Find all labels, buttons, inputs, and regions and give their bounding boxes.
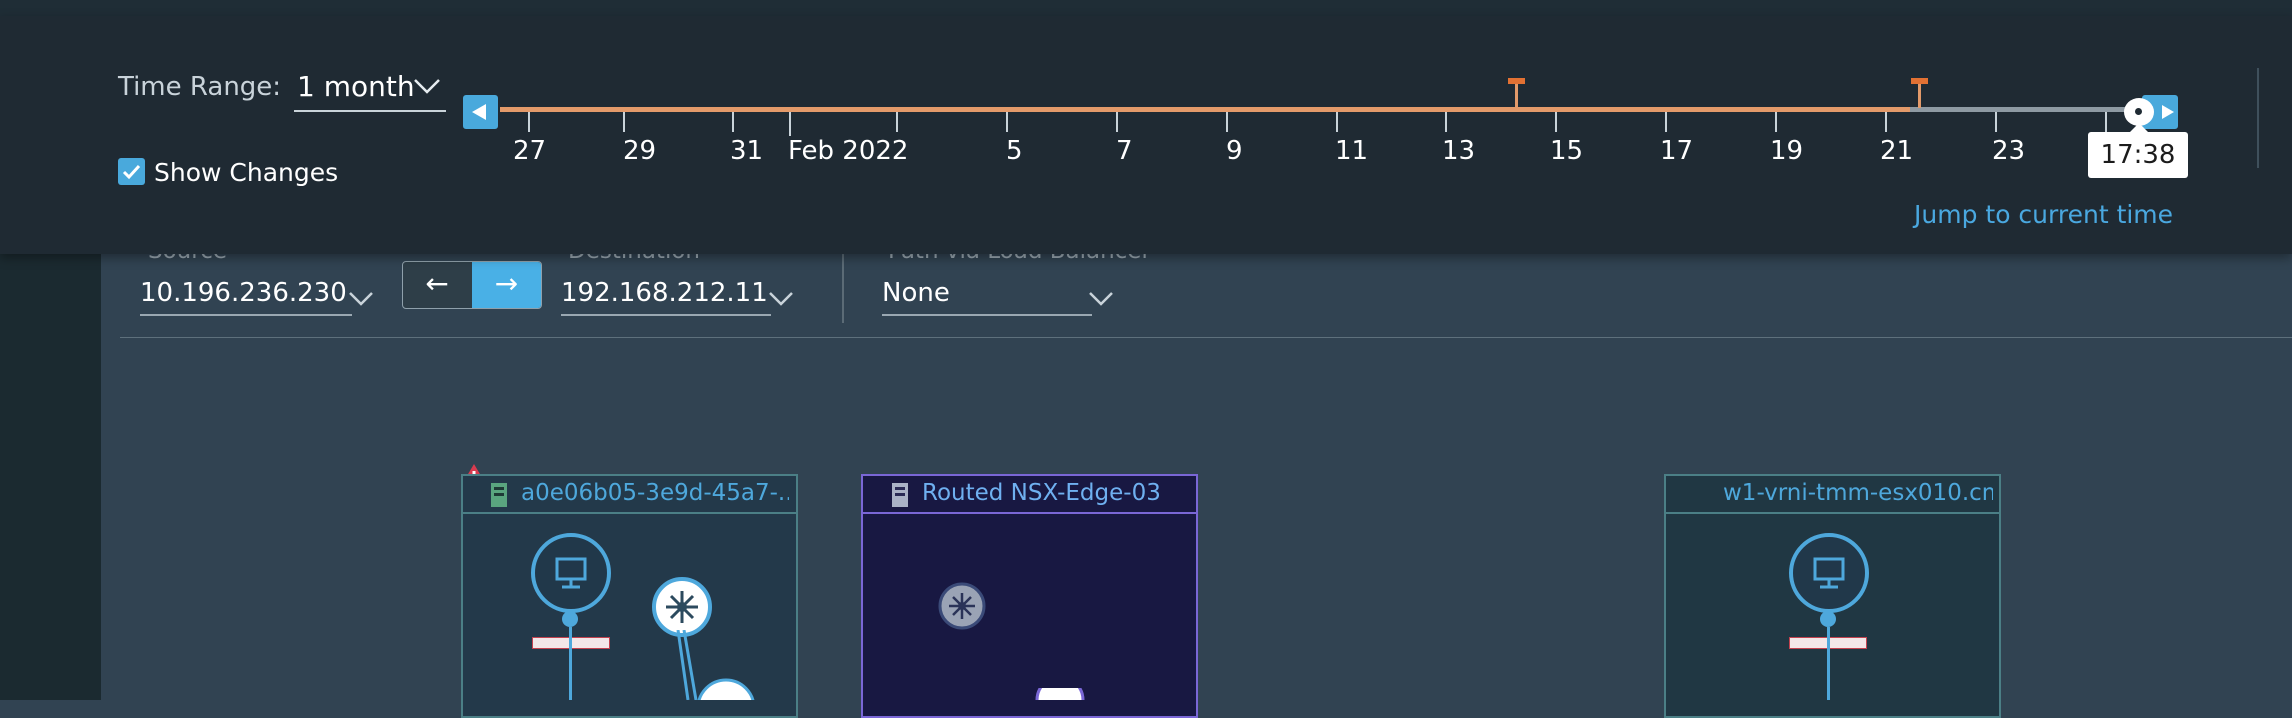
direction-toggle[interactable]: ← → [402,261,542,309]
load-balancer-select[interactable]: None [882,278,1092,316]
range-start-handle[interactable] [463,95,498,129]
destination-underline [561,314,771,316]
load-balancer-underline [882,314,1092,316]
tick-label: 7 [1116,136,1133,166]
tick-label: 17 [1660,136,1694,166]
source-value: 10.196.236.230 [140,278,347,308]
timeline-tick-month [789,112,791,136]
timeline-tick [1665,112,1667,132]
time-range-value: 1 month [297,70,415,103]
timeline-tick [732,112,734,132]
jump-to-current-time-link[interactable]: Jump to current time [1914,200,2173,229]
router-icon[interactable] [937,581,987,631]
show-changes-label[interactable]: Show Changes [154,158,338,187]
time-range-label: Time Range: [118,72,282,102]
timeline-tick [1006,112,1008,132]
edge-node-card[interactable] [861,474,1198,718]
timeline-track-selected[interactable] [500,107,1910,112]
change-marker[interactable] [1911,78,1928,108]
timeline-tick [1555,112,1557,132]
tick-label: 23 [1992,136,2026,166]
vnic-dot [562,611,578,627]
load-balancer-chevron-down-icon[interactable] [1088,290,1114,308]
direction-left-button[interactable]: ← [403,262,471,308]
timeline-tick [1116,112,1118,132]
vnic-dot [1820,611,1836,627]
tick-label: 11 [1335,136,1369,166]
timeline-tick [1885,112,1887,132]
node-title[interactable]: w1-vrni-tmm-esx010.cm... [1723,480,1993,506]
timeline-tick [623,112,625,132]
panel-divider [2257,68,2259,168]
timeline-tick [1226,112,1228,132]
tick-label: 31 [730,136,764,166]
source-chevron-down-icon[interactable] [348,290,374,308]
current-time-knob[interactable] [2124,98,2154,126]
direction-right-button[interactable]: → [472,262,541,308]
tick-label: 27 [513,136,547,166]
destination-value: 192.168.212.11 [561,278,768,308]
show-changes-checkbox[interactable] [118,158,145,185]
timeline-tick [1995,112,1997,132]
timeline-tick [1775,112,1777,132]
change-marker[interactable] [1508,78,1525,108]
top-bar [0,0,2292,17]
vm-icon[interactable] [1789,533,1869,613]
fields-divider [842,253,844,323]
server-icon [892,483,908,507]
connection-lines [676,630,755,700]
current-time-tooltip: 17:38 [2088,123,2188,178]
destination-select[interactable]: 192.168.212.11 [561,278,771,316]
monitor-icon [1813,557,1845,589]
timeline-tick [2105,112,2107,132]
fields-separator [120,337,2292,338]
checkmark-icon [122,164,141,180]
vm-icon[interactable] [531,533,611,613]
tick-label: 21 [1880,136,1914,166]
chevron-down-icon [414,79,440,94]
edge-interface-icon [1035,688,1085,700]
tick-label: 15 [1550,136,1584,166]
tick-label: 13 [1442,136,1476,166]
tick-label: Feb 2022 [788,136,909,166]
load-balancer-value: None [882,278,950,308]
timeline-tick [1336,112,1338,132]
tick-label: 5 [1006,136,1023,166]
tick-label: 9 [1226,136,1243,166]
link-line [1827,627,1830,700]
node-title[interactable]: a0e06b05-3e9d-45a7-... [521,480,789,506]
tick-label: 19 [1770,136,1804,166]
source-select[interactable]: 10.196.236.230 [140,278,352,316]
link-line [569,627,572,700]
monitor-icon [555,557,587,589]
destination-chevron-down-icon[interactable] [768,290,794,308]
timeline-tick [1445,112,1447,132]
timeline-track-remaining[interactable] [1910,107,2135,112]
tick-label: 29 [623,136,657,166]
time-range-select[interactable]: 1 month [294,70,446,112]
timeline-tick [528,112,530,132]
node-title[interactable]: Routed NSX-Edge-03 [922,480,1190,506]
source-underline [140,314,352,316]
server-icon [491,483,507,507]
timeline-tick [896,112,898,132]
